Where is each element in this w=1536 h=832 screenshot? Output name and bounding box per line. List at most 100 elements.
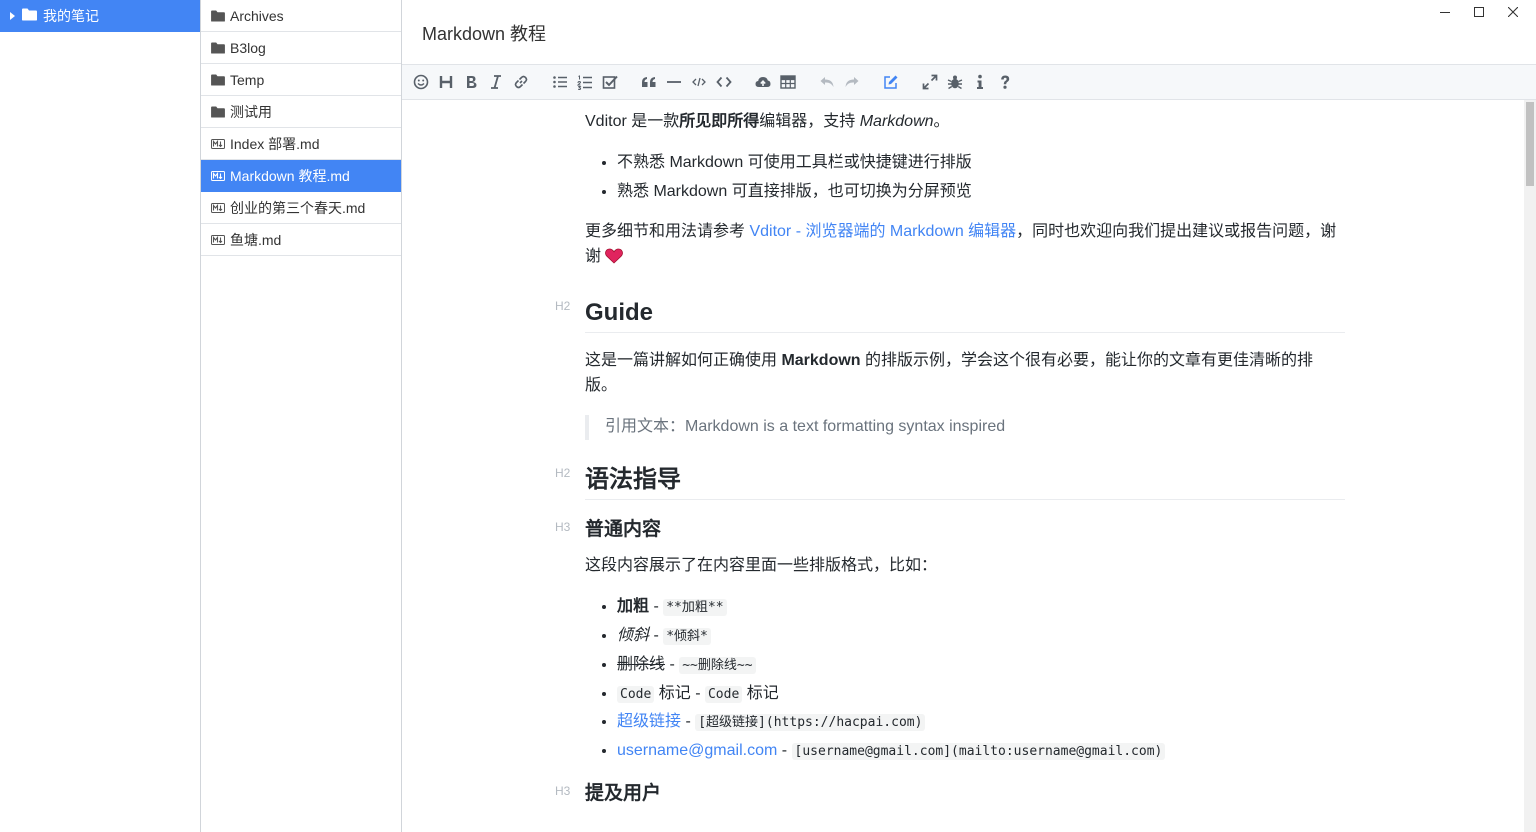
redo-icon[interactable] — [839, 68, 864, 96]
file-label: 鱼塘.md — [230, 231, 282, 248]
line-icon[interactable] — [661, 68, 686, 96]
expand-caret-icon[interactable] — [10, 12, 15, 20]
file-item-startup[interactable]: 创业的第三个春天.md — [201, 192, 401, 224]
list-item: username@gmail.com - [username@gmail.com… — [617, 739, 1345, 764]
editor-content[interactable]: Vditor 是一款所见即所得编辑器，支持 Markdown。 不熟悉 Mark… — [402, 100, 1524, 832]
email-link[interactable]: username@gmail.com — [617, 742, 777, 759]
file-item-markdown-tutorial[interactable]: Markdown 教程.md — [201, 160, 401, 192]
list-item: 熟悉 Markdown 可直接排版，也可切换为分屏预览 — [617, 180, 1345, 205]
guide-paragraph: 这是一篇讲解如何正确使用 Markdown 的排版示例，学会这个很有必要，能让你… — [585, 349, 1345, 399]
scrollbar-thumb[interactable] — [1526, 102, 1534, 186]
heading-text: Guide — [585, 298, 654, 326]
editor-toolbar — [402, 64, 1536, 100]
strike-sample: 删除线 — [617, 655, 666, 673]
list-item: 倾斜 - *倾斜* — [617, 624, 1345, 649]
upload-icon[interactable] — [750, 68, 775, 96]
vertical-scrollbar[interactable] — [1524, 100, 1536, 832]
minimize-button[interactable] — [1428, 2, 1462, 22]
code-label: 标记 — [654, 684, 691, 702]
file-label: B3log — [230, 39, 266, 56]
heading-text: 语法指导 — [585, 465, 681, 493]
inline-code-icon[interactable] — [686, 68, 711, 96]
separator: - — [649, 627, 664, 645]
notebook-panel: 我的笔记 — [0, 0, 201, 832]
edit-mode-icon[interactable] — [878, 68, 903, 96]
file-item-test[interactable]: 测试用 — [201, 96, 401, 128]
intro-italic: Markdown — [859, 113, 934, 130]
separator: - — [777, 742, 792, 760]
heading-text: 普通内容 — [585, 518, 662, 540]
quote-icon[interactable] — [636, 68, 661, 96]
check-icon[interactable] — [597, 68, 622, 96]
heading-text: 提及用户 — [585, 783, 662, 805]
markdown-file-icon — [211, 138, 225, 149]
notebook-label: 我的笔记 — [43, 8, 99, 24]
normal-paragraph: 这段内容展示了在内容里面一些排版格式，比如： — [585, 557, 938, 575]
link-icon[interactable] — [508, 68, 533, 96]
more-text: 更多细节和用法请参考 — [585, 223, 750, 241]
list-item: 不熟悉 Markdown 可使用工具栏或快捷键进行排版 — [617, 151, 1345, 176]
heart-icon — [605, 248, 623, 273]
list-item: Code 标记 - Code 标记 — [617, 682, 1345, 707]
file-label: Markdown 教程.md — [230, 167, 350, 184]
bold-sample: 加粗 — [617, 598, 650, 616]
file-item-fishpond[interactable]: 鱼塘.md — [201, 224, 401, 256]
list-item: 删除线 - ~~删除线~~ — [617, 653, 1345, 678]
headings-icon[interactable] — [433, 68, 458, 96]
heading-level-marker: H3 — [555, 519, 571, 534]
heading-guide: H2 Guide — [555, 297, 1345, 334]
code-sample: **加粗** — [663, 599, 727, 617]
file-item-archives[interactable]: Archives — [201, 0, 401, 32]
separator: - — [665, 655, 680, 673]
code-label: 标记 — [742, 684, 779, 702]
undo-icon[interactable] — [814, 68, 839, 96]
markdown-file-icon — [211, 234, 225, 245]
file-item-index[interactable]: Index 部署.md — [201, 128, 401, 160]
separator: - — [681, 713, 696, 731]
ordered-list-icon[interactable] — [572, 68, 597, 96]
file-label: Archives — [230, 7, 284, 24]
emoji-icon[interactable] — [408, 68, 433, 96]
devtools-icon[interactable] — [942, 68, 967, 96]
info-icon[interactable] — [967, 68, 992, 96]
fullscreen-icon[interactable] — [917, 68, 942, 96]
hyperlink-sample[interactable]: 超级链接 — [617, 713, 681, 730]
markdown-file-icon — [211, 170, 225, 181]
code-sample: Code — [617, 685, 655, 703]
italic-icon[interactable] — [483, 68, 508, 96]
heading-level-marker: H2 — [555, 298, 571, 313]
code-block-icon[interactable] — [711, 68, 736, 96]
editor-pane: Markdown 教程 Vditor 是一款所见即所得编辑器，支持 Markdo… — [402, 0, 1536, 832]
intro-text: 编辑器，支持 — [759, 113, 860, 130]
guide-text: 这是一篇讲解如何正确使用 — [585, 352, 782, 370]
file-item-b3log[interactable]: B3log — [201, 32, 401, 64]
code-sample: *倾斜* — [663, 628, 711, 646]
notebook-item[interactable]: 我的笔记 — [0, 0, 200, 32]
more-paragraph: 更多细节和用法请参考 Vditor - 浏览器端的 Markdown 编辑器，同… — [585, 220, 1345, 273]
heading-level-marker: H2 — [555, 465, 571, 480]
file-label: Index 部署.md — [230, 135, 320, 152]
vditor-link[interactable]: Vditor - 浏览器端的 Markdown 编辑器 — [749, 223, 1016, 240]
list-item: 超级链接 - [超级链接](https://hacpai.com) — [617, 710, 1345, 735]
folder-icon — [211, 9, 225, 22]
maximize-button[interactable] — [1462, 2, 1496, 22]
help-icon[interactable] — [992, 68, 1017, 96]
bold-icon[interactable] — [458, 68, 483, 96]
code-sample: [超级链接](https://hacpai.com) — [695, 714, 926, 732]
italic-sample: 倾斜 — [617, 627, 650, 645]
format-list: 加粗 - **加粗** 倾斜 - *倾斜* 删除线 - ~~删除线~~ Code… — [617, 595, 1345, 764]
document-body[interactable]: Vditor 是一款所见即所得编辑器，支持 Markdown。 不熟悉 Mark… — [555, 100, 1345, 819]
table-icon[interactable] — [775, 68, 800, 96]
document-title[interactable]: Markdown 教程 — [422, 20, 546, 46]
close-button[interactable] — [1496, 2, 1530, 22]
file-item-temp[interactable]: Temp — [201, 64, 401, 96]
code-sample: [username@gmail.com](mailto:username@gma… — [791, 743, 1166, 761]
list-icon[interactable] — [547, 68, 572, 96]
code-sample: ~~删除线~~ — [679, 656, 756, 674]
file-label: 测试用 — [230, 103, 272, 120]
markdown-file-icon — [211, 202, 225, 213]
intro-paragraph: Vditor 是一款所见即所得编辑器，支持 Markdown。 — [585, 110, 1345, 135]
intro-text: Vditor 是一款 — [585, 113, 680, 130]
window-controls — [1428, 2, 1530, 22]
feature-list: 不熟悉 Markdown 可使用工具栏或快捷键进行排版 熟悉 Markdown … — [617, 151, 1345, 205]
